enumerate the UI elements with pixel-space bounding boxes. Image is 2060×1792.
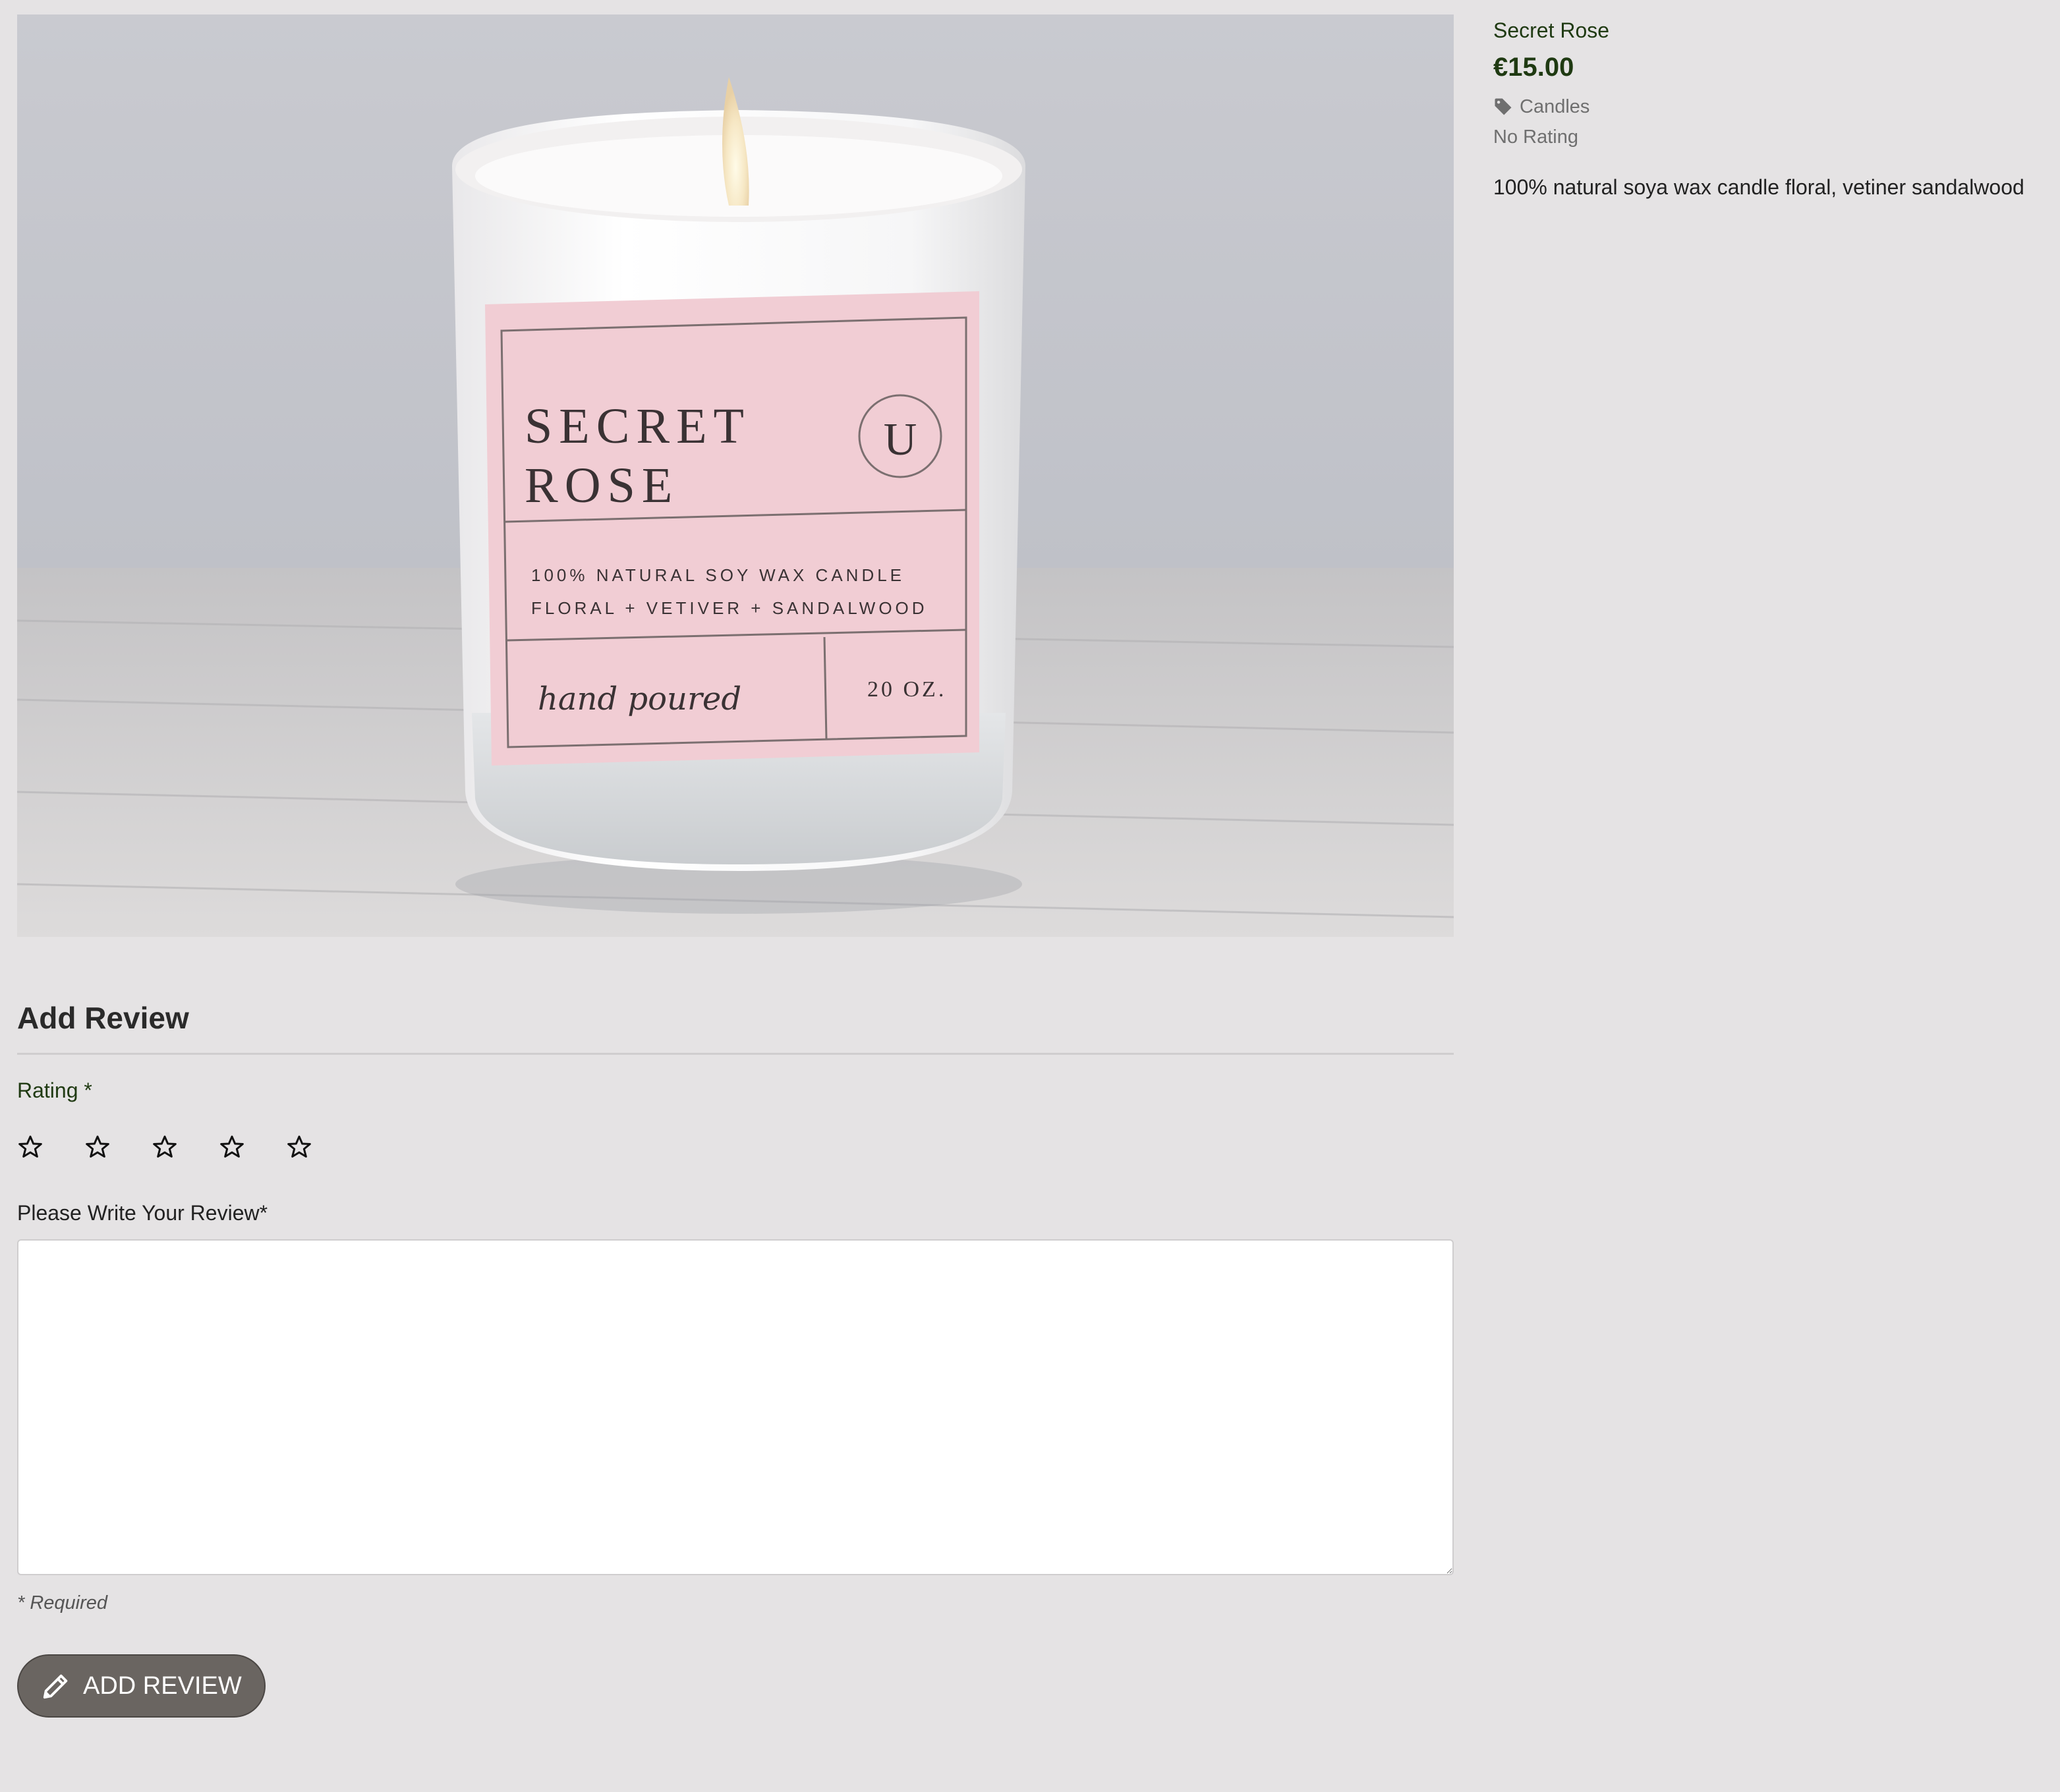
product-description: 100% natural soya wax candle floral, vet… [1493,175,2024,199]
product-name: Secret Rose [1493,18,1610,42]
svg-text:SECRET: SECRET [525,399,751,454]
star-outline-icon [18,1135,42,1158]
review-label: Please Write Your Review* [17,1201,268,1225]
svg-text:U: U [884,414,917,465]
star-3-button[interactable] [152,1134,178,1160]
rating-stars [17,1134,1454,1160]
tag-icon [1495,98,1512,115]
svg-text:100% NATURAL SOY WAX CANDLE: 100% NATURAL SOY WAX CANDLE [531,565,905,585]
svg-text:FLORAL + VETIVER + SANDALWOOD: FLORAL + VETIVER + SANDALWOOD [531,598,928,618]
add-review-button[interactable]: ADD REVIEW [17,1654,266,1718]
star-5-button[interactable] [286,1134,312,1160]
product-price: €15.00 [1493,53,1574,82]
product-detail-page: SECRET ROSE U 100% NATURAL SOY WAX CANDL… [0,0,2060,1792]
form-title: Add Review [17,1001,189,1035]
product-info: Secret Rose €15.00 Candles No Rating 100… [1493,16,2047,202]
svg-text:hand poured: hand poured [538,681,741,717]
product-image: SECRET ROSE U 100% NATURAL SOY WAX CANDL… [17,14,1454,937]
add-review-label: ADD REVIEW [83,1671,242,1700]
star-outline-icon [86,1135,109,1158]
divider [17,1053,1454,1055]
star-outline-icon [220,1135,244,1158]
star-1-button[interactable] [17,1134,43,1160]
star-outline-icon [153,1135,177,1158]
star-outline-icon [287,1135,311,1158]
product-rating: No Rating [1493,126,1578,148]
star-2-button[interactable] [84,1134,111,1160]
pencil-icon [43,1674,68,1699]
candle-photo: SECRET ROSE U 100% NATURAL SOY WAX CANDL… [17,14,1454,937]
product-category[interactable]: Candles [1493,94,2047,120]
required-note: * Required [17,1592,108,1613]
svg-text:20 OZ.: 20 OZ. [867,677,946,702]
review-textarea[interactable] [17,1239,1454,1575]
category-label: Candles [1520,96,1590,117]
svg-text:ROSE: ROSE [525,458,679,513]
star-4-button[interactable] [219,1134,245,1160]
rating-label: Rating * [17,1078,92,1102]
review-form: Add Review Rating * Please Write Your Re… [17,995,1454,1718]
